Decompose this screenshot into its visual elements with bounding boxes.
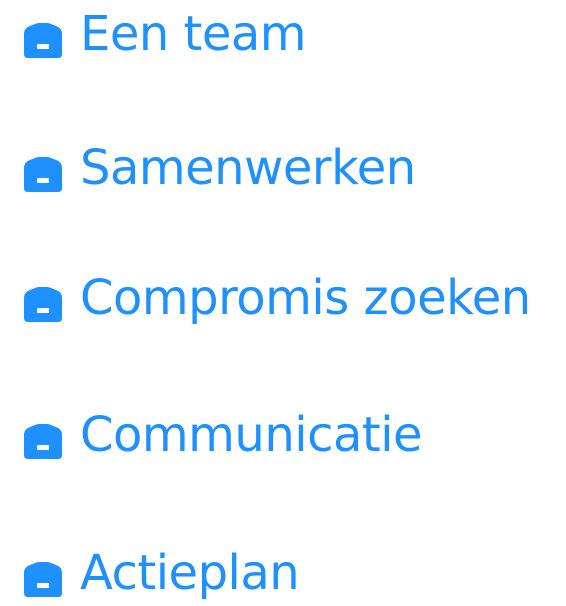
link-label: Communicatie: [80, 407, 423, 463]
briefcase-icon: [14, 268, 72, 328]
link-compromis-zoeken[interactable]: Compromis zoeken: [14, 268, 531, 328]
briefcase-icon: [14, 405, 72, 465]
briefcase-icon: [14, 543, 72, 603]
link-label: Samenwerken: [80, 140, 416, 196]
link-label: Actieplan: [80, 545, 300, 601]
link-actieplan[interactable]: Actieplan: [14, 543, 300, 603]
link-label: Compromis zoeken: [80, 270, 531, 326]
briefcase-icon: [14, 138, 72, 198]
briefcase-icon: [14, 4, 72, 64]
link-communicatie[interactable]: Communicatie: [14, 405, 423, 465]
link-een-team[interactable]: Een team: [14, 4, 307, 64]
link-list: Een team Samenwerken Compromis zoeken Co…: [0, 0, 566, 606]
link-label: Een team: [80, 6, 307, 62]
link-samenwerken[interactable]: Samenwerken: [14, 138, 416, 198]
